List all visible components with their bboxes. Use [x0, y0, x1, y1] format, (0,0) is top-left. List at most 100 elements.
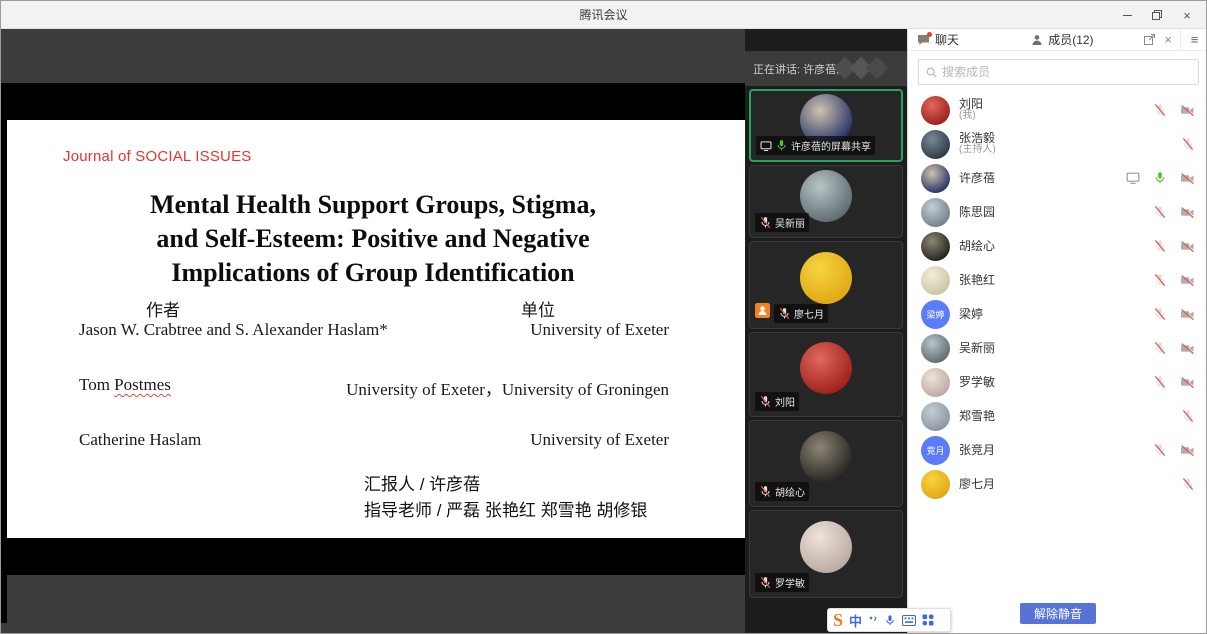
camera-muted-icon[interactable] — [1180, 376, 1195, 389]
window-title: 腾讯会议 — [579, 6, 627, 23]
slide-bottom-band — [1, 538, 745, 575]
author-row: Jason W. Crabtree and S. Alexander Hasla… — [79, 320, 669, 340]
mic-muted-icon — [759, 395, 772, 408]
toolbox-icon[interactable] — [922, 614, 934, 626]
member-badge-icon — [755, 303, 770, 318]
avatar — [921, 266, 950, 295]
slide-title-line-2: and Self-Esteem: Positive and Negative — [1, 222, 745, 256]
restore-button[interactable] — [1144, 4, 1170, 26]
ime-toolbar: S 中 — [827, 608, 951, 632]
mic-muted-icon[interactable] — [1153, 273, 1167, 287]
author-affiliation: University of Exeter — [530, 430, 669, 450]
avatar — [921, 198, 950, 227]
voice-input-icon[interactable] — [884, 614, 896, 627]
mic-muted-icon[interactable] — [1181, 477, 1195, 491]
avatar — [921, 232, 950, 261]
video-tile[interactable]: 罗学敏 — [749, 510, 903, 598]
member-name: 罗学敏 — [959, 376, 1144, 388]
camera-muted-icon[interactable] — [1180, 274, 1195, 287]
tab-members[interactable]: 成员(12) — [1022, 29, 1136, 50]
member-row[interactable]: 廖七月 — [908, 467, 1207, 501]
punctuation-icon[interactable] — [868, 615, 878, 625]
window-titlebar: 腾讯会议 × — [1, 1, 1206, 29]
mic-muted-icon — [759, 576, 772, 589]
mic-muted-icon[interactable] — [1153, 239, 1167, 253]
video-tile[interactable]: 吴新丽 — [749, 165, 903, 238]
minimize-button[interactable] — [1114, 4, 1140, 26]
camera-muted-icon[interactable] — [1180, 104, 1195, 117]
minimize-icon — [1123, 15, 1132, 16]
member-row[interactable]: 梁婷 梁婷 — [908, 297, 1207, 331]
mic-muted-icon[interactable] — [1153, 307, 1167, 321]
mic-muted-icon[interactable] — [1153, 103, 1167, 117]
tile-participant-name: 许彦蓓的屏幕共享 — [791, 138, 871, 153]
camera-muted-icon[interactable] — [1180, 240, 1195, 253]
panel-close-icon[interactable]: × — [1164, 32, 1172, 47]
member-row[interactable]: 许彦蓓 — [908, 161, 1207, 195]
mic-muted-icon[interactable] — [1153, 375, 1167, 389]
member-icon — [1031, 34, 1043, 46]
speaking-indicator-label: 正在讲话: 许彦蓓; — [753, 61, 839, 77]
camera-muted-icon[interactable] — [1180, 308, 1195, 321]
mic-icon[interactable] — [1153, 171, 1167, 185]
tile-participant-name: 刘阳 — [775, 394, 795, 409]
video-tile[interactable]: 胡绘心 — [749, 420, 903, 507]
close-button[interactable]: × — [1174, 4, 1200, 26]
video-tile[interactable]: 许彦蓓的屏幕共享 — [749, 89, 903, 162]
member-row[interactable]: 吴新丽 — [908, 331, 1207, 365]
author-name: Tom Postmes — [79, 375, 171, 400]
member-name-block: 廖七月 — [959, 478, 1172, 490]
member-row[interactable]: 张艳红 — [908, 263, 1207, 297]
member-name-block: 刘阳 (我) — [959, 98, 1144, 122]
camera-muted-icon[interactable] — [1180, 206, 1195, 219]
member-row[interactable]: 胡绘心 — [908, 229, 1207, 263]
mic-muted-icon[interactable] — [1181, 137, 1195, 151]
avatar — [921, 402, 950, 431]
member-row[interactable]: 罗学敏 — [908, 365, 1207, 399]
avatar: 竞月 — [921, 436, 950, 465]
member-name: 郑雪艳 — [959, 410, 1172, 422]
author-column-label: 作者 — [146, 296, 180, 321]
panel-header: 聊天 成员(12) × ≡ — [908, 29, 1207, 51]
video-tile[interactable]: 刘阳 — [749, 332, 903, 417]
sogou-logo-icon[interactable]: S — [833, 610, 843, 630]
member-row[interactable]: 刘阳 (我) — [908, 93, 1207, 127]
camera-muted-icon[interactable] — [1180, 342, 1195, 355]
member-name-block: 胡绘心 — [959, 240, 1144, 252]
mic-icon — [775, 139, 788, 152]
tile-participant-name: 胡绘心 — [775, 484, 805, 499]
tencent-meeting-window: 腾讯会议 × Journal of SOCIAL ISSUES Mental H… — [0, 0, 1207, 634]
ime-language-toggle[interactable]: 中 — [849, 611, 862, 630]
member-row[interactable]: 郑雪艳 — [908, 399, 1207, 433]
unmute-button[interactable]: 解除静音 — [1020, 603, 1096, 624]
video-tile[interactable]: 廖七月 — [749, 241, 903, 329]
avatar — [800, 252, 852, 304]
member-name: 吴新丽 — [959, 342, 1144, 354]
camera-muted-icon[interactable] — [1180, 444, 1195, 457]
tile-name-label: 罗学敏 — [755, 573, 809, 592]
member-name-block: 张浩毅 (主持人) — [959, 132, 1172, 156]
keyboard-icon[interactable] — [902, 615, 916, 626]
avatar — [800, 342, 852, 394]
member-role-label: (主持人) — [959, 144, 1172, 156]
mic-muted-icon[interactable] — [1153, 443, 1167, 457]
member-row[interactable]: 张浩毅 (主持人) — [908, 127, 1207, 161]
panel-menu-button[interactable]: ≡ — [1180, 29, 1207, 50]
tab-chat[interactable]: 聊天 — [908, 29, 1022, 50]
author-name-part: Jason W. Crabtree and S. Alexander Hasla… — [79, 320, 388, 339]
mic-muted-icon — [778, 307, 791, 320]
member-row[interactable]: 陈思园 — [908, 195, 1207, 229]
member-name: 胡绘心 — [959, 240, 1144, 252]
member-status-icons — [1153, 307, 1195, 321]
screen-share-icon — [1126, 171, 1140, 185]
mic-muted-icon[interactable] — [1153, 341, 1167, 355]
mic-muted-icon[interactable] — [1181, 409, 1195, 423]
camera-muted-icon[interactable] — [1180, 172, 1195, 185]
popout-icon[interactable] — [1144, 34, 1156, 45]
member-row[interactable]: 竞月 张竞月 — [908, 433, 1207, 467]
tile-participant-name: 罗学敏 — [775, 575, 805, 590]
mic-muted-icon[interactable] — [1153, 205, 1167, 219]
member-name: 梁婷 — [959, 308, 1144, 320]
slide-title-line-1: Mental Health Support Groups, Stigma, — [1, 188, 745, 222]
search-input[interactable] — [942, 65, 1191, 79]
